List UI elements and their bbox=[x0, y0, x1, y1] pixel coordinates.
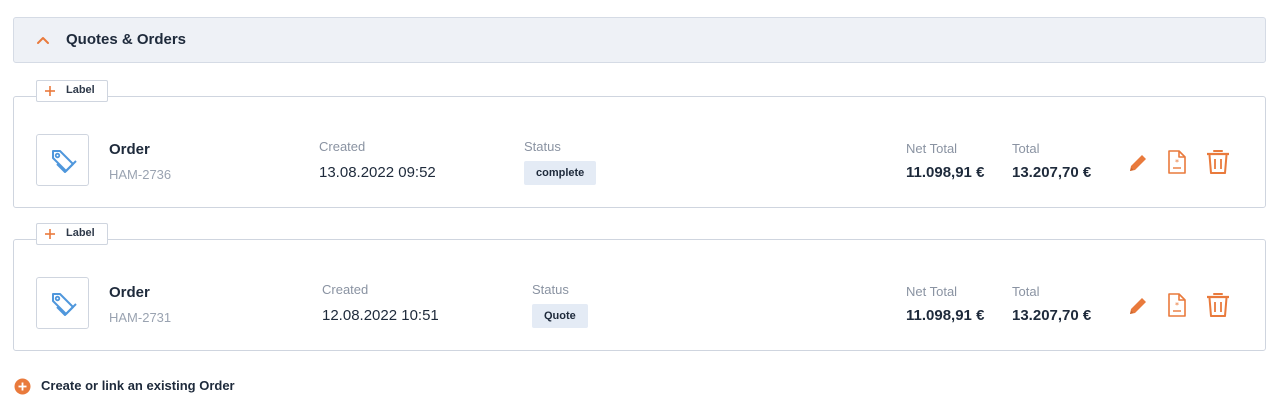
section-title: Quotes & Orders bbox=[66, 31, 187, 48]
plus-circle-icon bbox=[14, 378, 31, 395]
net-total-label: Net Total bbox=[906, 141, 958, 156]
document-icon[interactable]: * bbox=[1167, 149, 1187, 175]
svg-text:*: * bbox=[1175, 158, 1179, 167]
add-label-button[interactable]: Label bbox=[36, 223, 108, 245]
status-badge: complete bbox=[524, 161, 597, 185]
created-date: 13.08.2022 09:52 bbox=[319, 164, 436, 181]
trash-icon[interactable] bbox=[1206, 291, 1230, 318]
order-thumbnail bbox=[36, 277, 89, 329]
edit-pencil-icon[interactable] bbox=[1127, 295, 1149, 317]
net-total-label: Net Total bbox=[906, 284, 958, 299]
svg-text:*: * bbox=[1175, 301, 1179, 310]
add-label-text: Label bbox=[66, 227, 95, 239]
net-total-value: 11.098,91 € bbox=[906, 164, 985, 181]
trash-icon[interactable] bbox=[1206, 148, 1230, 175]
edit-pencil-icon[interactable] bbox=[1127, 152, 1149, 174]
total-label: Total bbox=[1012, 141, 1040, 156]
tag-icon bbox=[52, 293, 77, 316]
order-number: HAM-2731 bbox=[109, 310, 172, 325]
created-date: 12.08.2022 10:51 bbox=[322, 307, 439, 324]
tag-icon bbox=[52, 150, 77, 173]
status-label: Status bbox=[532, 282, 569, 297]
order-card: Order HAM-2736 Created 13.08.2022 09:52 … bbox=[13, 96, 1266, 208]
status-label: Status bbox=[524, 139, 561, 154]
total-value: 13.207,70 € bbox=[1012, 164, 1092, 181]
order-card: Order HAM-2731 Created 12.08.2022 10:51 … bbox=[13, 239, 1266, 351]
add-label-text: Label bbox=[66, 84, 95, 96]
plus-icon bbox=[45, 86, 55, 96]
created-label: Created bbox=[322, 282, 369, 297]
document-icon[interactable]: * bbox=[1167, 292, 1187, 318]
net-total-value: 11.098,91 € bbox=[906, 307, 985, 324]
total-value: 13.207,70 € bbox=[1012, 307, 1092, 324]
quotes-orders-header[interactable]: Quotes & Orders bbox=[13, 17, 1266, 63]
order-title: Order bbox=[109, 284, 150, 301]
chevron-up-icon[interactable] bbox=[36, 34, 50, 46]
plus-icon bbox=[45, 229, 55, 239]
status-badge: Quote bbox=[532, 304, 588, 328]
order-thumbnail bbox=[36, 134, 89, 186]
add-label-button[interactable]: Label bbox=[36, 80, 108, 102]
create-link-label: Create or link an existing Order bbox=[41, 378, 235, 393]
order-number: HAM-2736 bbox=[109, 167, 172, 182]
order-title: Order bbox=[109, 141, 150, 158]
created-label: Created bbox=[319, 139, 366, 154]
total-label: Total bbox=[1012, 284, 1040, 299]
